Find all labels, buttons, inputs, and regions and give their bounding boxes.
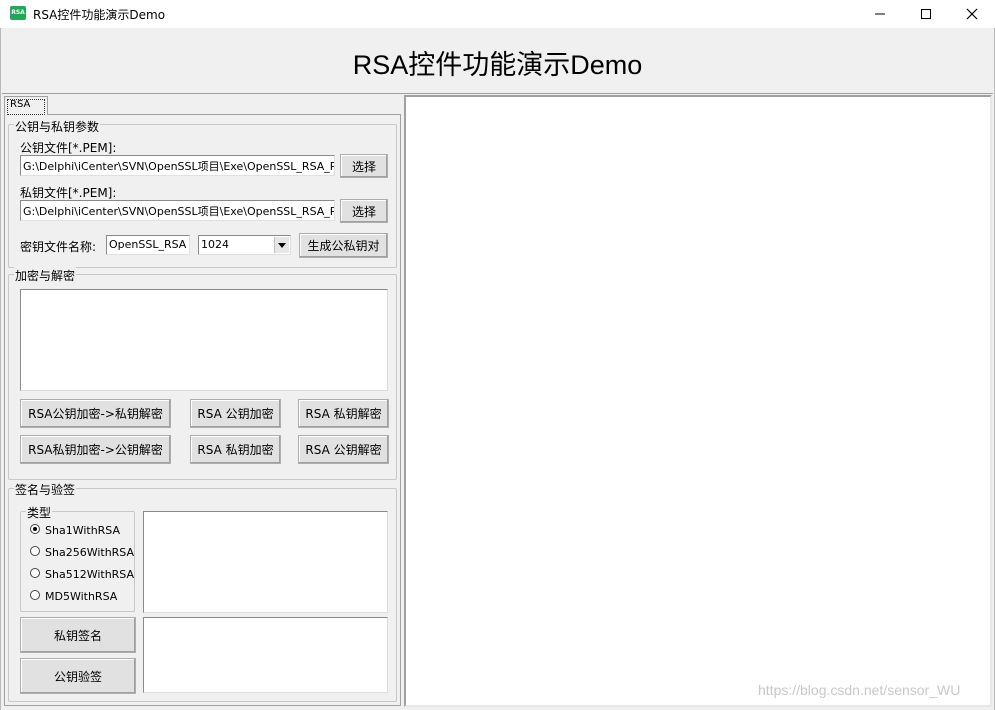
watermark: https://blog.csdn.net/sensor_WU: [758, 682, 961, 698]
key-size-select[interactable]: 1024: [198, 235, 291, 255]
pub-encrypt-button[interactable]: RSA 公钥加密: [190, 399, 281, 428]
sign-group-title: 签名与验签: [14, 481, 77, 498]
key-filename-label: 密钥文件名称:: [20, 240, 97, 254]
radio-sha512withrsa[interactable]: Sha512WithRSA: [30, 568, 134, 584]
pub-decrypt-button[interactable]: RSA 公钥解密: [298, 435, 389, 464]
minimize-icon: [875, 13, 885, 15]
private-key-field[interactable]: G:\Delphi\iCenter\SVN\OpenSSL项目\Exe\Open…: [20, 200, 335, 221]
chevron-down-icon: [278, 242, 286, 248]
close-icon: [966, 8, 978, 20]
public-key-browse-button[interactable]: 选择: [340, 154, 388, 178]
private-sign-button[interactable]: 私钥签名: [20, 617, 136, 653]
tab-focus-rect: [7, 99, 45, 115]
tab-rsa[interactable]: RSA: [4, 96, 48, 115]
app-icon: RSA: [10, 6, 26, 20]
public-key-field[interactable]: G:\Delphi\iCenter\SVN\OpenSSL项目\Exe\Open…: [20, 155, 335, 176]
crypt-group-title: 加密与解密: [14, 267, 77, 284]
output-memo[interactable]: [404, 95, 992, 707]
sign-type-group-title: 类型: [26, 504, 53, 521]
priv-encrypt-button[interactable]: RSA 私钥加密: [190, 435, 281, 464]
sign-data-memo[interactable]: [143, 511, 388, 613]
generate-keypair-button[interactable]: 生成公私钥对: [299, 233, 388, 258]
signature-memo[interactable]: [143, 617, 388, 693]
minimize-button[interactable]: [857, 0, 903, 28]
public-verify-button[interactable]: 公钥验签: [20, 658, 136, 694]
maximize-icon: [921, 9, 931, 19]
radio-button[interactable]: [30, 590, 40, 600]
radio-button[interactable]: [30, 546, 40, 556]
key-size-dropdown-button[interactable]: [274, 237, 289, 253]
private-key-browse-button[interactable]: 选择: [340, 199, 388, 223]
radio-sha256withrsa[interactable]: Sha256WithRSA: [30, 546, 134, 562]
maximize-button[interactable]: [903, 0, 949, 28]
key-filename-field[interactable]: OpenSSL_RSA: [106, 235, 190, 255]
window-title: RSA控件功能演示Demo: [33, 8, 166, 22]
priv-encrypt-pub-decrypt-button[interactable]: RSA私钥加密->公钥解密: [20, 435, 171, 464]
radio-label: Sha1WithRSA: [45, 524, 121, 537]
radio-label: Sha512WithRSA: [45, 568, 135, 581]
close-button[interactable]: [949, 0, 995, 28]
radio-button-checked[interactable]: [30, 524, 40, 534]
radio-label: Sha256WithRSA: [45, 546, 135, 559]
pub-encrypt-priv-decrypt-button[interactable]: RSA公钥加密->私钥解密: [20, 399, 171, 428]
radio-sha1withrsa[interactable]: Sha1WithRSA: [30, 524, 130, 540]
private-key-label: 私钥文件[*.PEM]:: [20, 186, 117, 200]
radio-button[interactable]: [30, 568, 40, 578]
keys-group-title: 公钥与私钥参数: [14, 118, 101, 135]
public-key-label: 公钥文件[*.PEM]:: [20, 141, 117, 155]
crypt-input-memo[interactable]: [20, 289, 388, 391]
radio-md5withrsa[interactable]: MD5WithRSA: [30, 590, 130, 606]
key-size-value: 1024: [201, 238, 229, 251]
priv-decrypt-button[interactable]: RSA 私钥解密: [298, 399, 389, 428]
header-title: RSA控件功能演示Demo: [352, 50, 643, 80]
radio-label: MD5WithRSA: [45, 590, 118, 603]
